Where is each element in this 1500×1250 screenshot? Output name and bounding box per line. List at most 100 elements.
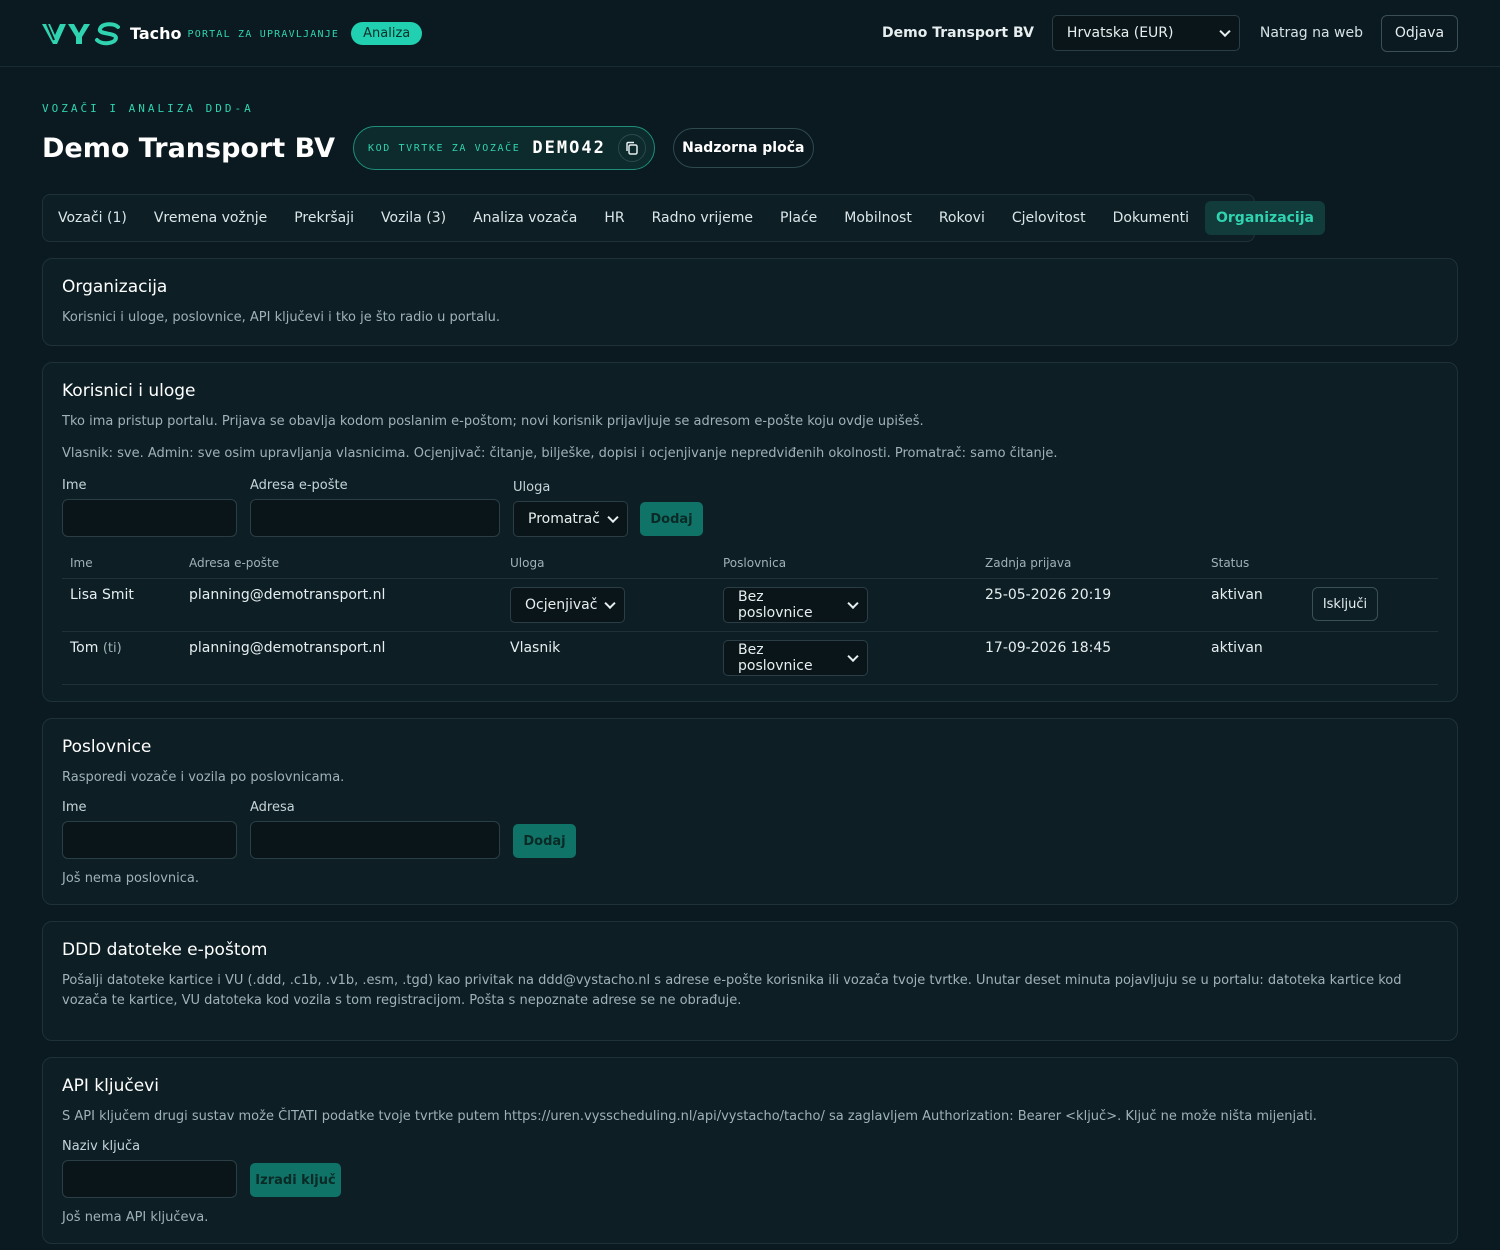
branch-address-label: Adresa xyxy=(250,800,295,815)
logo[interactable]: Tacho PORTAL ZA UPRAVLJANJE xyxy=(42,20,339,46)
user-status: aktivan xyxy=(1203,631,1304,685)
user-status: aktivan xyxy=(1203,578,1304,632)
dashboard-button[interactable]: Nadzorna ploča xyxy=(672,128,814,168)
logo-subtitle: PORTAL ZA UPRAVLJANJE xyxy=(187,29,340,40)
header-company-name: Demo Transport BV xyxy=(882,25,1034,41)
user-name-text: Lisa Smit xyxy=(70,587,134,603)
page-content: VOZAČI I ANALIZA DDD-A Demo Transport BV… xyxy=(0,102,1500,1244)
tab-driving-times[interactable]: Vremena vožnje xyxy=(143,201,278,235)
top-bar: Tacho PORTAL ZA UPRAVLJANJE Analiza Demo… xyxy=(0,0,1500,67)
api-title: API ključevi xyxy=(62,1076,159,1096)
tab-organization[interactable]: Organizacija xyxy=(1205,201,1325,235)
user-name: Lisa Smit xyxy=(62,578,181,632)
column-header: Status xyxy=(1203,551,1304,579)
ddd-email-card: DDD datoteke e-poštom Pošalji datoteke k… xyxy=(42,921,1458,1041)
create-key-button[interactable]: Izradi ključ xyxy=(250,1163,341,1197)
ddd-title: DDD datoteke e-poštom xyxy=(62,940,268,960)
company-code-value: DEMO42 xyxy=(532,138,606,158)
user-branch-cell: Bez poslovnice xyxy=(715,578,977,632)
chevron-down-icon xyxy=(1219,25,1231,38)
user-actions: Isključi xyxy=(1304,578,1438,632)
tab-driver-analysis[interactable]: Analiza vozača xyxy=(462,201,588,235)
users-table-header: Ime Adresa e-pošte Uloga Poslovnica Zadn… xyxy=(62,551,1438,579)
name-input[interactable] xyxy=(62,499,237,537)
organization-title: Organizacija xyxy=(62,277,168,297)
branches-empty-state: Još nema poslovnica. xyxy=(62,871,200,886)
back-to-web-link[interactable]: Natrag na web xyxy=(1260,25,1363,41)
user-name: Tom (ti) xyxy=(62,631,181,685)
tab-salaries[interactable]: Plaće xyxy=(769,201,828,235)
chevron-down-icon xyxy=(607,511,619,524)
tab-hr[interactable]: HR xyxy=(593,201,635,235)
add-user-form: Ime Adresa e-pošte Uloga Promatrač Dodaj xyxy=(62,478,1438,537)
branch-address-input[interactable] xyxy=(250,821,500,859)
column-header: Adresa e-pošte xyxy=(181,551,502,579)
user-role-cell: Ocjenjivač xyxy=(502,578,715,632)
organization-card: Organizacija Korisnici i uloge, poslovni… xyxy=(42,258,1458,346)
branch-name-label: Ime xyxy=(62,800,87,815)
tab-mobility[interactable]: Mobilnost xyxy=(833,201,923,235)
deactivate-button[interactable]: Isključi xyxy=(1312,587,1378,621)
branches-card: Poslovnice Rasporedi vozače i vozila po … xyxy=(42,718,1458,905)
copy-code-button[interactable] xyxy=(617,134,646,162)
user-email: planning@demotransport.nl xyxy=(181,578,502,632)
user-branch-value: Bez poslovnice xyxy=(738,589,813,621)
branches-title: Poslovnice xyxy=(62,737,152,757)
user-name-text: Tom xyxy=(70,640,99,656)
user-last-login: 25-05-2026 20:19 xyxy=(977,578,1203,632)
chevron-down-icon xyxy=(847,650,859,663)
chevron-down-icon xyxy=(847,597,859,610)
email-input[interactable] xyxy=(250,499,500,537)
region-select[interactable]: Hrvatska (EUR) xyxy=(1051,15,1240,51)
tab-infringements[interactable]: Prekršaji xyxy=(283,201,365,235)
user-branch-select[interactable]: Bez poslovnice xyxy=(723,587,868,623)
logout-button[interactable]: Odjava xyxy=(1381,14,1458,52)
api-description: S API ključem drugi sustav može ČITATI p… xyxy=(62,1109,1317,1124)
role-select[interactable]: Promatrač xyxy=(513,501,628,537)
create-key-form: Naziv ključa Izradi ključ xyxy=(62,1139,1438,1198)
table-row: Lisa Smit planning@demotransport.nl Ocje… xyxy=(62,578,1438,632)
user-branch-cell: Bez poslovnice xyxy=(715,631,977,685)
user-actions xyxy=(1304,631,1438,685)
tab-vehicles[interactable]: Vozila (3) xyxy=(370,201,457,235)
api-keys-card: API ključevi S API ključem drugi sustav … xyxy=(42,1057,1458,1244)
add-user-button[interactable]: Dodaj xyxy=(640,502,703,536)
role-field-group: Uloga Promatrač xyxy=(513,480,628,537)
name-field-group: Ime xyxy=(62,478,237,537)
key-name-input[interactable] xyxy=(62,1160,237,1198)
user-last-login: 17-09-2026 18:45 xyxy=(977,631,1203,685)
copy-icon xyxy=(626,141,638,155)
tab-bar: Vozači (1) Vremena vožnje Prekršaji Vozi… xyxy=(42,194,1325,242)
user-role: Vlasnik xyxy=(502,631,715,685)
title-row: Demo Transport BV KOD TVRTKE ZA VOZAČE D… xyxy=(42,126,1458,170)
column-header: Uloga xyxy=(502,551,715,579)
add-branch-form: Ime Adresa Dodaj xyxy=(62,800,1438,859)
logo-tacho: Tacho xyxy=(130,23,182,43)
page-title: Demo Transport BV xyxy=(42,132,335,164)
user-branch-value: Bez poslovnice xyxy=(738,642,813,674)
key-name-label: Naziv ključa xyxy=(62,1139,141,1154)
user-branch-select[interactable]: Bez poslovnice xyxy=(723,640,868,676)
email-label: Adresa e-pošte xyxy=(250,478,348,493)
tab-drivers[interactable]: Vozači (1) xyxy=(47,201,138,235)
tab-documents[interactable]: Dokumenti xyxy=(1102,201,1200,235)
region-select-value: Hrvatska (EUR) xyxy=(1066,25,1174,41)
user-role-select[interactable]: Ocjenjivač xyxy=(510,587,625,623)
api-empty-state: Još nema API ključeva. xyxy=(62,1210,209,1225)
tab-integrity[interactable]: Cjelovitost xyxy=(1001,201,1097,235)
email-field-group: Adresa e-pošte xyxy=(250,478,500,537)
ddd-description: Pošalji datoteke kartice i VU (.ddd, .c1… xyxy=(62,973,1402,1008)
tab-deadlines[interactable]: Rokovi xyxy=(928,201,996,235)
tab-working-time[interactable]: Radno vrijeme xyxy=(641,201,764,235)
breadcrumb: VOZAČI I ANALIZA DDD-A xyxy=(42,102,254,115)
organization-description: Korisnici i uloge, poslovnice, API ključ… xyxy=(62,310,501,325)
role-label: Uloga xyxy=(513,480,551,495)
company-code-label: KOD TVRTKE ZA VOZAČE xyxy=(367,142,521,154)
branch-name-input[interactable] xyxy=(62,821,237,859)
roles-description: Vlasnik: sve. Admin: sve osim upravljanj… xyxy=(62,446,1058,461)
add-branch-button[interactable]: Dodaj xyxy=(513,824,576,858)
key-name-field-group: Naziv ključa xyxy=(62,1139,237,1198)
company-code-box: KOD TVRTKE ZA VOZAČE DEMO42 xyxy=(352,126,655,170)
chevron-down-icon xyxy=(604,597,616,610)
table-row: Tom (ti) planning@demotransport.nl Vlasn… xyxy=(62,631,1438,685)
